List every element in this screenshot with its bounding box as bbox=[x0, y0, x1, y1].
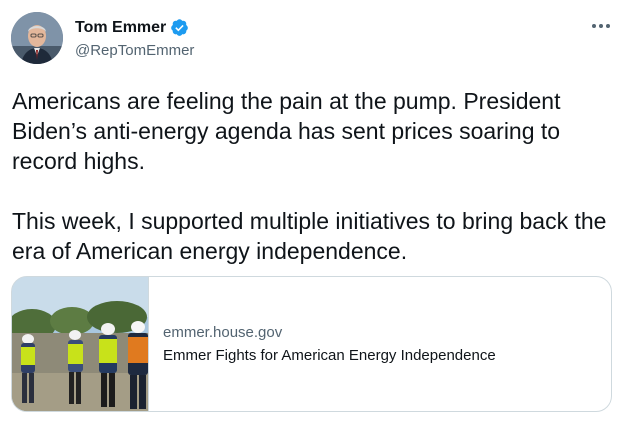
link-card-domain[interactable]: emmer.house.gov bbox=[163, 323, 496, 343]
link-card-text[interactable]: emmer.house.gov Emmer Fights for America… bbox=[149, 277, 496, 411]
tweet-paragraph: Americans are feeling the pain at the pu… bbox=[12, 88, 561, 174]
tweet[interactable]: Tom Emmer @RepTomEmmer Americans are fee… bbox=[0, 0, 629, 426]
verified-badge-icon bbox=[170, 18, 189, 37]
avatar[interactable] bbox=[11, 12, 63, 64]
author-handle[interactable]: @RepTomEmmer bbox=[75, 42, 194, 59]
tweet-text: Americans are feeling the pain at the pu… bbox=[12, 86, 612, 266]
more-options-icon[interactable] bbox=[589, 16, 613, 36]
link-card-title[interactable]: Emmer Fights for American Energy Indepen… bbox=[163, 346, 496, 366]
author-display-name[interactable]: Tom Emmer bbox=[75, 19, 166, 37]
tweet-paragraph: This week, I supported multiple initiati… bbox=[12, 208, 607, 264]
link-card-image bbox=[12, 277, 149, 411]
link-card[interactable]: emmer.house.gov Emmer Fights for America… bbox=[11, 276, 612, 412]
avatar-image bbox=[11, 12, 63, 64]
author-name-row[interactable]: Tom Emmer bbox=[75, 18, 189, 37]
